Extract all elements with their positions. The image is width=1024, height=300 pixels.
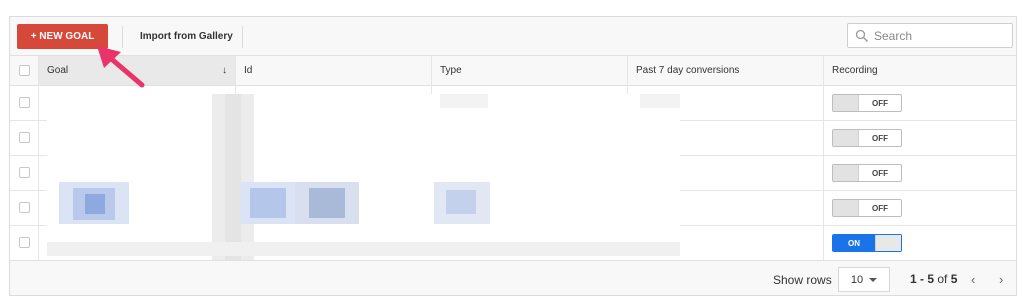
column-header-type[interactable]: Type	[431, 56, 627, 85]
toggle-label: OFF	[872, 98, 888, 108]
toggle-label: OFF	[872, 133, 888, 143]
recording-toggle[interactable]: OFF	[832, 199, 902, 217]
redaction-pixel	[309, 188, 345, 218]
range-start: 1	[910, 272, 917, 286]
search-box[interactable]	[847, 23, 1013, 48]
redaction-pixel	[440, 94, 488, 108]
row-checkbox[interactable]	[19, 202, 30, 213]
redaction-pixel	[640, 94, 680, 108]
toggle-knob	[833, 95, 859, 111]
row-checkbox[interactable]	[19, 97, 30, 108]
redaction-pixel	[47, 242, 680, 256]
chevron-right-icon[interactable]: ›	[999, 272, 1003, 287]
select-all-checkbox[interactable]	[19, 65, 30, 76]
pagination-range: 1 - 5 of 5	[910, 272, 957, 286]
toolbar-divider	[242, 26, 243, 48]
select-all-cell	[10, 56, 38, 85]
column-header-id[interactable]: Id	[235, 56, 431, 85]
range-of-label: of	[934, 272, 951, 286]
rows-per-page-select[interactable]: 10	[838, 267, 890, 292]
range-total: 5	[950, 272, 958, 286]
show-rows-label: Show rows	[773, 273, 832, 287]
range-separator: -	[916, 272, 928, 286]
toggle-label: OFF	[872, 168, 888, 178]
recording-toggle[interactable]: OFF	[832, 129, 902, 147]
redaction-pixel	[446, 190, 476, 214]
recording-toggle[interactable]: OFF	[832, 164, 902, 182]
toolbar: + NEW GOAL Import from Gallery	[10, 17, 1016, 56]
row-checkbox[interactable]	[19, 132, 30, 143]
arrow-down-icon: ↓	[222, 65, 227, 76]
annotation-arrow-icon	[97, 46, 145, 88]
toggle-knob	[833, 165, 859, 181]
search-icon	[855, 29, 869, 43]
chevron-left-icon[interactable]: ‹	[971, 272, 975, 287]
redaction-pixel	[85, 194, 105, 214]
column-label: Id	[244, 65, 253, 76]
column-label: Goal	[47, 65, 69, 76]
toggle-label: ON	[833, 235, 875, 251]
redacted-area	[47, 94, 680, 260]
column-header-recording[interactable]: Recording	[823, 56, 1016, 85]
rows-per-page-value: 10	[850, 273, 864, 286]
search-input[interactable]	[874, 28, 1004, 43]
toggle-knob	[875, 235, 901, 251]
caret-down-icon	[869, 277, 878, 282]
recording-toggle[interactable]: OFF	[832, 94, 902, 112]
column-label: Past 7 day conversions	[636, 65, 740, 76]
toggle-knob	[833, 130, 859, 146]
row-checkbox[interactable]	[19, 237, 30, 248]
toggle-knob	[833, 200, 859, 216]
recording-toggle[interactable]: ON	[832, 234, 902, 252]
goals-panel: + NEW GOAL Import from Gallery Goal ↓ Id	[9, 16, 1017, 296]
column-label: Type	[440, 65, 462, 76]
row-checkbox[interactable]	[19, 167, 30, 178]
table-header: Goal ↓ Id Type Past 7 day conversions Re…	[10, 56, 1016, 86]
table-footer: Show rows 10 1 - 5 of 5 ‹ ›	[10, 260, 1016, 295]
column-header-past-7-day-conversions[interactable]: Past 7 day conversions	[627, 56, 823, 85]
toggle-label: OFF	[872, 203, 888, 213]
column-label: Recording	[832, 65, 878, 76]
redaction-pixel	[225, 94, 241, 260]
redaction-pixel	[250, 188, 286, 218]
